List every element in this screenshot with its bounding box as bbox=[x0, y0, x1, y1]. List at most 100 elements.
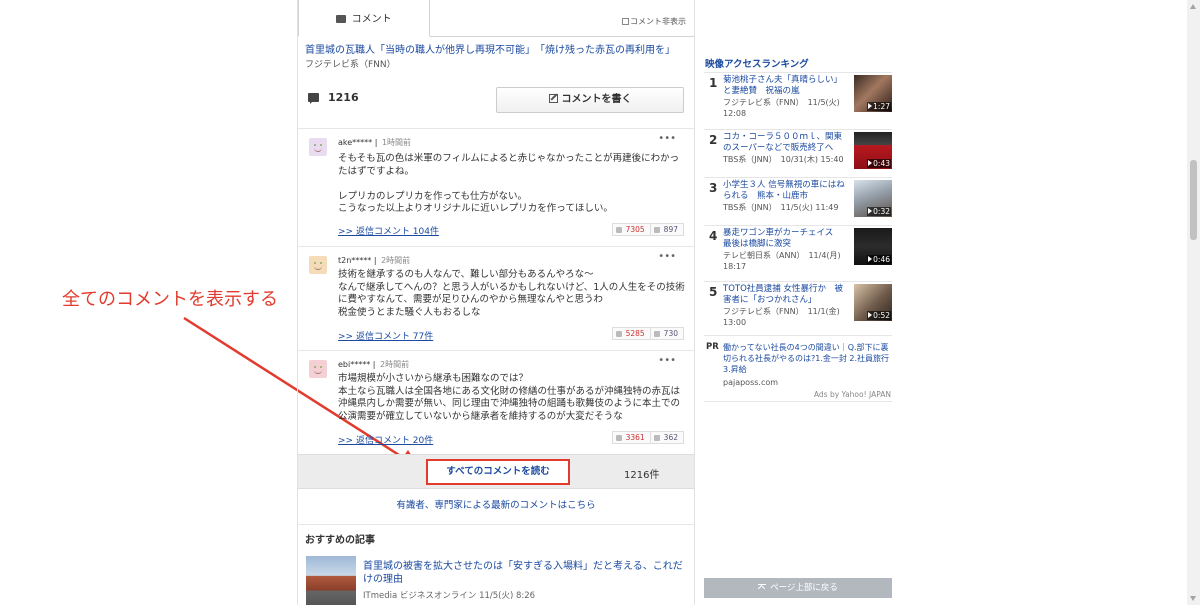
comment-votes: 3361 362 bbox=[611, 431, 684, 444]
back-to-top-button[interactable]: ページ上部に戻る bbox=[704, 578, 892, 598]
video-thumbnail[interactable]: 0:32 bbox=[854, 180, 892, 217]
tab-comments[interactable]: コメント bbox=[298, 0, 430, 37]
video-thumbnail[interactable]: 1:27 bbox=[854, 75, 892, 112]
ranking-item[interactable]: 4 暴走ワゴン車がカーチェイス 最後は橋脚に激突 テレビ朝日系（ANN） 11/… bbox=[704, 225, 892, 271]
comment-item: ake***** | 1時間前 ••• そもそも瓦の色は米軍のフィルムによると赤… bbox=[298, 128, 694, 246]
play-icon bbox=[868, 256, 873, 262]
rank-number: 3 bbox=[709, 181, 718, 195]
ranking-meta: フジテレビ系（FNN） 11/5(火) 12:08 bbox=[723, 98, 840, 118]
disagree-button[interactable]: 730 bbox=[649, 327, 684, 340]
recommended-article-link[interactable]: 首里城の被害を拡大させたのは「安すぎる入場料」だと考える、これだけの理由 bbox=[363, 560, 688, 586]
ranking-item[interactable]: 3 小学生３人 信号無視の車にはねられる 熊本・山鹿市 TBS系（JNN） 11… bbox=[704, 177, 892, 223]
comment-tabbar: コメント コメント非表示 bbox=[298, 0, 694, 37]
read-all-comments-button[interactable]: すべてのコメントを読む bbox=[426, 459, 570, 485]
pr-ad[interactable]: PR 働かってない社長の4つの間違い｜Q.部下に裏切られる社長がやるのは?1.金… bbox=[704, 335, 892, 387]
rank-number: 4 bbox=[709, 229, 718, 243]
video-duration: 0:43 bbox=[873, 159, 890, 168]
agree-count: 7305 bbox=[625, 225, 645, 234]
expert-comments-link[interactable]: 有識者、専門家による最新のコメントはこちら bbox=[298, 497, 694, 511]
ranking-meta: テレビ朝日系（ANN） 11/4(月) 18:17 bbox=[723, 251, 841, 271]
write-comment-button[interactable]: コメントを書く bbox=[496, 87, 684, 113]
ranking-link[interactable]: 暴走ワゴン車がカーチェイス 最後は橋脚に激突 bbox=[723, 228, 847, 250]
ranking-link[interactable]: 小学生３人 信号無視の車にはねられる 熊本・山鹿市 bbox=[723, 180, 847, 202]
ranking-link[interactable]: 菊池桃子さん夫「真晴らしい」と妻絶賛 祝福の嵐 bbox=[723, 75, 847, 97]
agree-count: 5285 bbox=[625, 329, 645, 338]
comment-header: t2n***** | 2時間前 bbox=[338, 256, 411, 265]
ranking-title: 映像アクセスランキング bbox=[705, 59, 809, 70]
comment-count-icon bbox=[308, 93, 319, 104]
comment-count-row: 1216 コメントを書く bbox=[308, 87, 686, 114]
reply-comments-link[interactable]: >> 返信コメント 104件 bbox=[338, 224, 439, 237]
scrollbar-thumb[interactable] bbox=[1190, 160, 1197, 240]
disagree-button[interactable]: 897 bbox=[649, 223, 684, 236]
video-duration: 0:46 bbox=[873, 255, 890, 264]
video-thumbnail[interactable]: 0:46 bbox=[854, 228, 892, 265]
rank-number: 5 bbox=[709, 285, 718, 299]
all-comments-count: 1216件 bbox=[624, 470, 660, 481]
ranking-meta: フジテレビ系（FNN） 11/1(金) 13:00 bbox=[723, 307, 840, 327]
comment-user[interactable]: t2n***** bbox=[338, 256, 371, 265]
tab-comments-label: コメント bbox=[351, 14, 392, 25]
ranking-link[interactable]: TOTO社員逮捕 女性暴行か 被害者に「おつかれさん」 bbox=[723, 284, 847, 306]
comment-body: そもそも瓦の色は米軍のフィルムによると赤じゃなかったことが再建後にわかっ たはず… bbox=[338, 153, 680, 214]
agree-button[interactable]: 5285 bbox=[611, 327, 650, 340]
page-scrollbar[interactable] bbox=[1187, 0, 1200, 605]
comment-menu-icon[interactable]: ••• bbox=[658, 355, 676, 366]
reply-comments-link[interactable]: >> 返信コメント 20件 bbox=[338, 433, 433, 446]
comment-section: コメント コメント非表示 首里城の瓦職人「当時の職人が他界し再現不可能」 「焼け… bbox=[297, 0, 695, 605]
pr-tag: PR bbox=[706, 342, 719, 352]
reply-comments-link[interactable]: >> 返信コメント 77件 bbox=[338, 329, 433, 342]
scroll-up-icon[interactable] bbox=[1190, 4, 1196, 9]
recommended-title: おすすめの記事 bbox=[305, 535, 375, 546]
disagree-count: 730 bbox=[663, 329, 678, 338]
ranking-item[interactable]: 1 菊池桃子さん夫「真晴らしい」と妻絶賛 祝福の嵐 フジテレビ系（FNN） 11… bbox=[704, 72, 892, 118]
divider bbox=[704, 401, 892, 402]
comment-votes: 5285 730 bbox=[611, 327, 684, 340]
ranking-meta: TBS系（JNN） 10/31(木) 15:40 bbox=[723, 155, 844, 164]
comment-item: ebi***** | 2時間前 ••• 市場規模が小さいから継承も困難なのでは？… bbox=[298, 350, 694, 454]
comment-menu-icon[interactable]: ••• bbox=[658, 133, 676, 144]
comment-header: ebi***** | 2時間前 bbox=[338, 360, 410, 369]
thumbs-down-icon bbox=[653, 330, 660, 337]
related-article-link[interactable]: 首里城の瓦職人「当時の職人が他界し再現不可能」 「焼け残った赤瓦の再利用を」 bbox=[305, 44, 675, 57]
speech-bubble-icon bbox=[336, 15, 347, 23]
pencil-icon bbox=[548, 94, 558, 103]
write-comment-label: コメントを書く bbox=[561, 94, 632, 105]
ranking-item[interactable]: 2 コカ・コーラ５００ｍｌ、関東のスーパーなどで販売終了へ TBS系（JNN） … bbox=[704, 129, 892, 175]
comment-user[interactable]: ebi***** bbox=[338, 360, 370, 369]
avatar bbox=[309, 360, 327, 378]
thumbs-up-icon bbox=[615, 434, 622, 441]
disagree-button[interactable]: 362 bbox=[649, 431, 684, 444]
comment-user[interactable]: ake***** bbox=[338, 138, 372, 147]
comment-body: 技術を継承するのも人なんで、難しい部分もあるんやろな～ なんで継承してへんの？と… bbox=[338, 269, 685, 318]
annotation-label: 全てのコメントを表示する bbox=[62, 289, 278, 310]
scroll-down-icon[interactable] bbox=[1190, 596, 1196, 601]
disagree-count: 362 bbox=[663, 433, 678, 442]
comment-body: 市場規模が小さいから継承も困難なのでは？ 本土なら瓦職人は全国各地にある文化財の… bbox=[338, 373, 681, 422]
article-source: フジテレビ系（FNN） bbox=[305, 60, 396, 70]
arrow-up-icon bbox=[758, 584, 767, 591]
divider bbox=[298, 524, 694, 525]
video-thumbnail[interactable]: 0:43 bbox=[854, 132, 892, 169]
recommended-thumbnail[interactable] bbox=[306, 556, 356, 605]
ranking-link[interactable]: コカ・コーラ５００ｍｌ、関東のスーパーなどで販売終了へ bbox=[723, 132, 847, 154]
play-icon bbox=[868, 208, 873, 214]
comment-time: 1時間前 bbox=[381, 138, 412, 147]
pr-ad-link[interactable]: 働かってない社長の4つの間違い｜Q.部下に裏切られる社長がやるのは?1.金一封 … bbox=[723, 342, 891, 375]
agree-button[interactable]: 7305 bbox=[611, 223, 650, 236]
video-thumbnail[interactable]: 0:52 bbox=[854, 284, 892, 321]
ranking-item[interactable]: 5 TOTO社員逮捕 女性暴行か 被害者に「おつかれさん」 フジテレビ系（FNN… bbox=[704, 281, 892, 327]
video-duration: 0:52 bbox=[873, 311, 890, 320]
hide-comments-checkbox[interactable] bbox=[622, 18, 629, 25]
video-duration: 0:32 bbox=[873, 207, 890, 216]
rank-number: 1 bbox=[709, 76, 718, 90]
comment-header: ake***** | 1時間前 bbox=[338, 138, 412, 147]
ads-by-label[interactable]: Ads by Yahoo! JAPAN bbox=[814, 390, 891, 399]
agree-count: 3361 bbox=[625, 433, 645, 442]
back-to-top-label: ページ上部に戻る bbox=[770, 583, 838, 593]
hide-comments-toggle[interactable]: コメント非表示 bbox=[622, 16, 686, 27]
comment-menu-icon[interactable]: ••• bbox=[658, 251, 676, 262]
agree-button[interactable]: 3361 bbox=[611, 431, 650, 444]
comment-time: 2時間前 bbox=[381, 256, 411, 265]
ranking-meta: TBS系（JNN） 11/5(火) 11:49 bbox=[723, 203, 839, 212]
